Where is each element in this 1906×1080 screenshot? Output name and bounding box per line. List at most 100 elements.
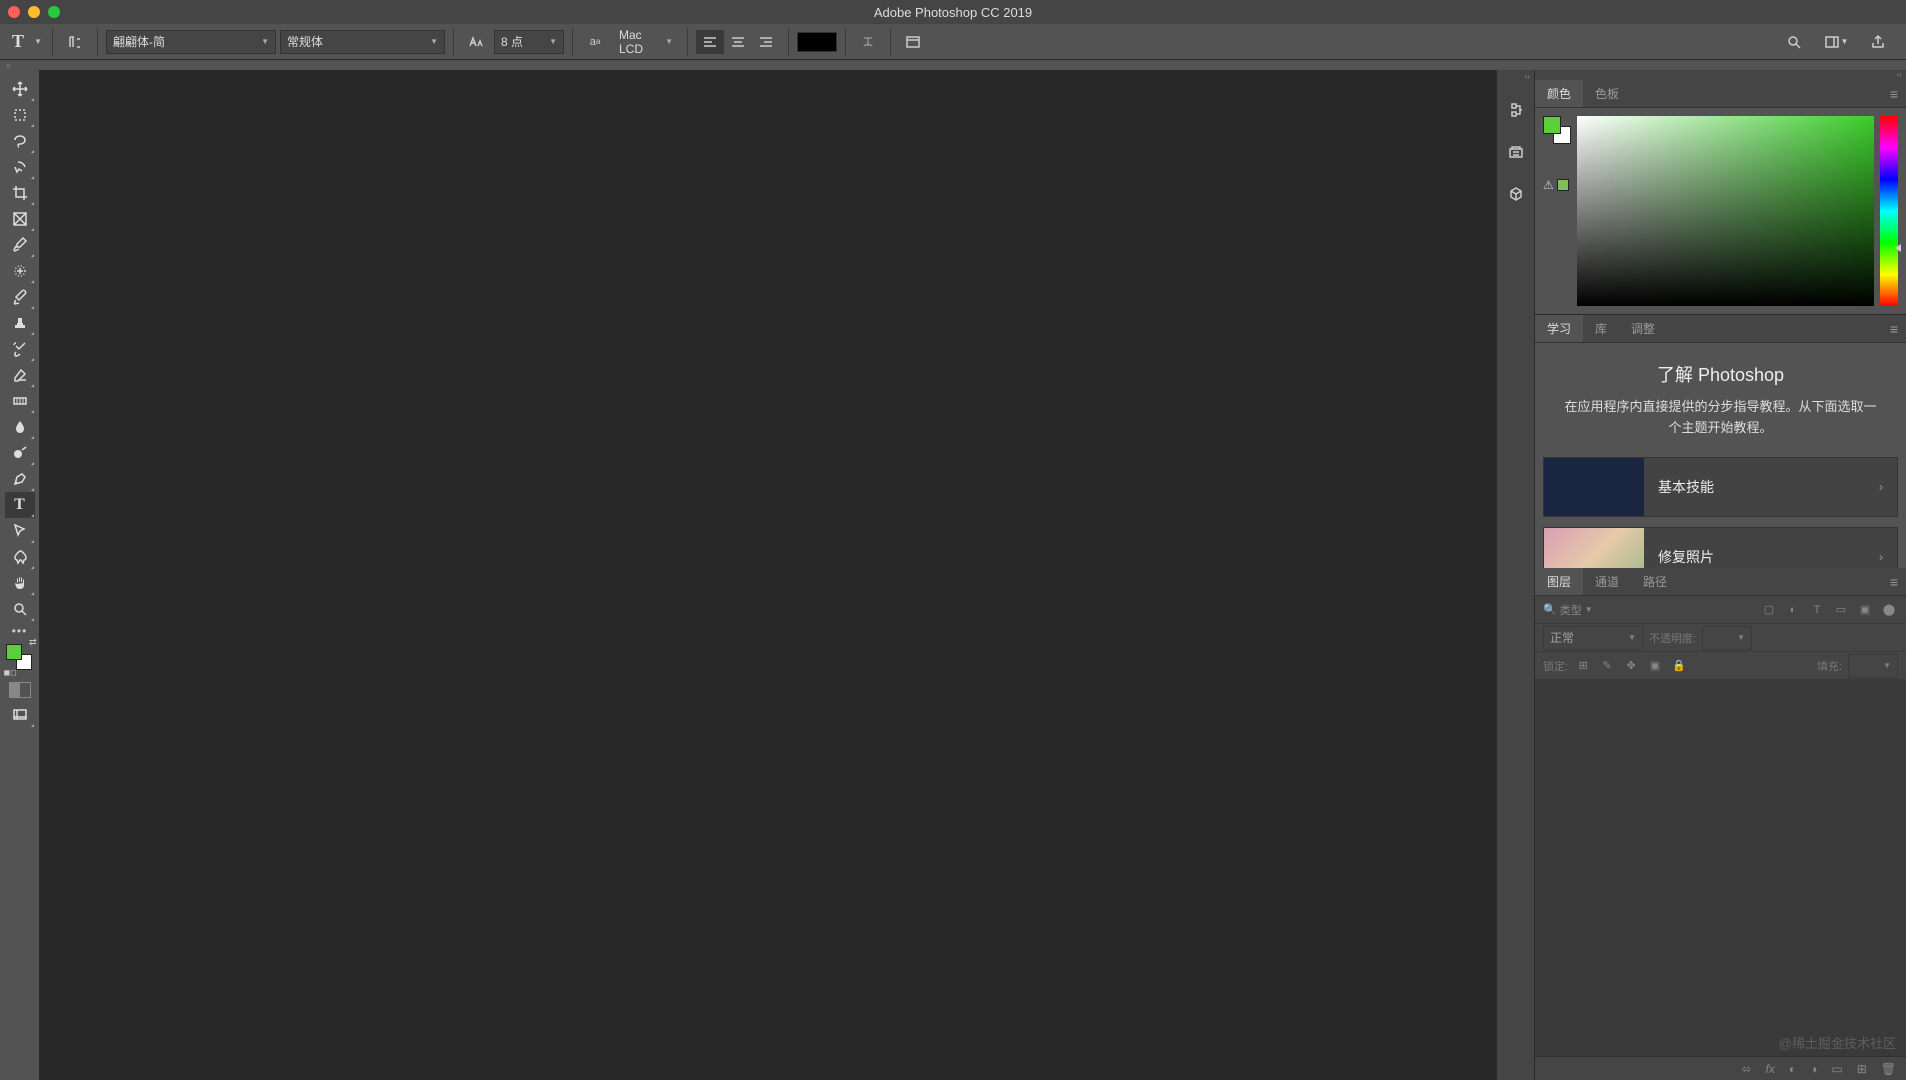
layers-list[interactable]	[1535, 680, 1906, 1080]
filter-pixel-icon[interactable]: ▢	[1760, 601, 1778, 619]
shape-tool[interactable]	[5, 544, 35, 570]
layers-panel-menu[interactable]: ≡	[1882, 574, 1906, 590]
adjustment-layer-icon[interactable]: ◑	[1810, 1062, 1817, 1076]
new-layer-icon[interactable]: ⊞	[1857, 1062, 1867, 1076]
frame-tool[interactable]	[5, 206, 35, 232]
tab-layers[interactable]: 图层	[1535, 568, 1583, 595]
delete-layer-icon[interactable]: 🗑	[1881, 1062, 1896, 1076]
blur-tool[interactable]	[5, 414, 35, 440]
tab-learn[interactable]: 学习	[1535, 315, 1583, 342]
lock-transparent-icon[interactable]: ⊞	[1574, 657, 1592, 675]
gamut-warning[interactable]: ⚠	[1543, 178, 1571, 192]
stamp-tool[interactable]	[5, 310, 35, 336]
tab-libraries[interactable]: 库	[1583, 315, 1619, 342]
text-color-swatch[interactable]	[797, 32, 837, 52]
gamut-swatch[interactable]	[1557, 179, 1569, 191]
type-tool[interactable]: T	[5, 492, 35, 518]
blend-mode-dropdown[interactable]: 正常▼	[1543, 626, 1643, 650]
dodge-tool[interactable]	[5, 440, 35, 466]
tab-color[interactable]: 颜色	[1535, 80, 1583, 107]
align-left-button[interactable]	[696, 30, 724, 54]
align-right-button[interactable]	[752, 30, 780, 54]
antialias-dropdown[interactable]: Mac LCD▼	[613, 30, 679, 54]
lock-artboard-icon[interactable]: ▣	[1646, 657, 1664, 675]
lock-all-icon[interactable]: 🔒	[1670, 657, 1688, 675]
learn-panel-menu[interactable]: ≡	[1882, 321, 1906, 337]
warp-text-button[interactable]	[854, 28, 882, 56]
tutorial-card-retouch[interactable]: 修复照片 ›	[1543, 527, 1898, 568]
panels-column: ‹‹ 颜色 色板 ≡ ⚠	[1534, 70, 1906, 1080]
filter-type-icon[interactable]: T	[1808, 601, 1826, 619]
close-window-button[interactable]	[8, 6, 20, 18]
group-icon[interactable]: ▭	[1831, 1062, 1842, 1076]
fill-input[interactable]: ▼	[1848, 654, 1898, 678]
minimize-window-button[interactable]	[28, 6, 40, 18]
crop-tool[interactable]	[5, 180, 35, 206]
tab-swatches[interactable]: 色板	[1583, 80, 1631, 107]
panel-fg-swatch[interactable]	[1543, 116, 1561, 134]
layer-mask-icon[interactable]: ◐	[1789, 1062, 1796, 1076]
history-panel-icon[interactable]	[1502, 96, 1530, 124]
zoom-tool[interactable]	[5, 596, 35, 622]
font-style-dropdown[interactable]: 常规体▼	[280, 30, 445, 54]
3d-panel-icon[interactable]	[1502, 180, 1530, 208]
filter-toggle[interactable]: ⬤	[1880, 601, 1898, 619]
marquee-tool[interactable]	[5, 102, 35, 128]
lasso-tool[interactable]	[5, 128, 35, 154]
text-orientation-toggle[interactable]	[61, 28, 89, 56]
active-tool-icon[interactable]: T	[6, 30, 30, 54]
pen-tool[interactable]	[5, 466, 35, 492]
search-icon: 🔍	[1543, 603, 1557, 616]
quickmask-toggle[interactable]	[9, 682, 31, 698]
opacity-input[interactable]: ▼	[1702, 626, 1752, 650]
edit-toolbar-button[interactable]: •••	[12, 622, 28, 640]
saturation-brightness-picker[interactable]	[1577, 116, 1874, 306]
font-size-dropdown[interactable]: 8 点▼	[494, 30, 564, 54]
dock-collapse-handle[interactable]: ‹‹	[1497, 72, 1534, 82]
hue-slider[interactable]	[1880, 116, 1898, 306]
panels-collapse-handle[interactable]: ‹‹	[1535, 70, 1906, 80]
layer-fx-icon[interactable]: fx	[1766, 1062, 1775, 1076]
link-layers-icon[interactable]: ⬄	[1741, 1062, 1751, 1076]
history-brush-tool[interactable]	[5, 336, 35, 362]
foreground-color-swatch[interactable]	[6, 644, 22, 660]
quick-select-tool[interactable]	[5, 154, 35, 180]
font-family-dropdown[interactable]: 翩翩体-简▼	[106, 30, 276, 54]
properties-panel-icon[interactable]	[1502, 138, 1530, 166]
canvas-area[interactable]	[40, 70, 1496, 1080]
align-center-button[interactable]	[724, 30, 752, 54]
tutorial-card-basics[interactable]: 基本技能 ›	[1543, 457, 1898, 517]
filter-shape-icon[interactable]: ▭	[1832, 601, 1850, 619]
lock-position-icon[interactable]: ✥	[1622, 657, 1640, 675]
brush-tool[interactable]	[5, 284, 35, 310]
tool-preset-caret[interactable]: ▼	[34, 37, 44, 46]
filter-smart-icon[interactable]: ▣	[1856, 601, 1874, 619]
tab-paths[interactable]: 路径	[1631, 568, 1679, 595]
screen-mode-button[interactable]	[5, 702, 35, 728]
share-icon[interactable]	[1864, 28, 1892, 56]
antialias-label-icon: aa	[581, 28, 609, 56]
maximize-window-button[interactable]	[48, 6, 60, 18]
tutorial-thumb	[1544, 458, 1644, 516]
tab-channels[interactable]: 通道	[1583, 568, 1631, 595]
hand-tool[interactable]	[5, 570, 35, 596]
layer-filter-type[interactable]: 🔍 类型 ▼	[1543, 602, 1593, 618]
path-select-tool[interactable]	[5, 518, 35, 544]
move-tool[interactable]	[5, 76, 35, 102]
collapsed-dock: ‹‹	[1496, 70, 1534, 1080]
healing-tool[interactable]	[5, 258, 35, 284]
default-colors-icon[interactable]: ◼◻	[4, 668, 17, 677]
lock-pixels-icon[interactable]: ✎	[1598, 657, 1616, 675]
eyedropper-tool[interactable]	[5, 232, 35, 258]
search-icon[interactable]	[1780, 28, 1808, 56]
color-panel-menu[interactable]: ≡	[1882, 86, 1906, 102]
filter-adjust-icon[interactable]: ◐	[1784, 601, 1802, 619]
gradient-tool[interactable]	[5, 388, 35, 414]
expand-bar[interactable]: »	[0, 60, 1906, 70]
eraser-tool[interactable]	[5, 362, 35, 388]
character-panel-toggle[interactable]	[899, 28, 927, 56]
color-fg-bg-swatches[interactable]	[1543, 116, 1571, 144]
tab-adjustments[interactable]: 调整	[1619, 315, 1667, 342]
workspace-switcher[interactable]: ▼	[1822, 28, 1850, 56]
font-family-value: 翩翩体-简	[113, 33, 165, 50]
